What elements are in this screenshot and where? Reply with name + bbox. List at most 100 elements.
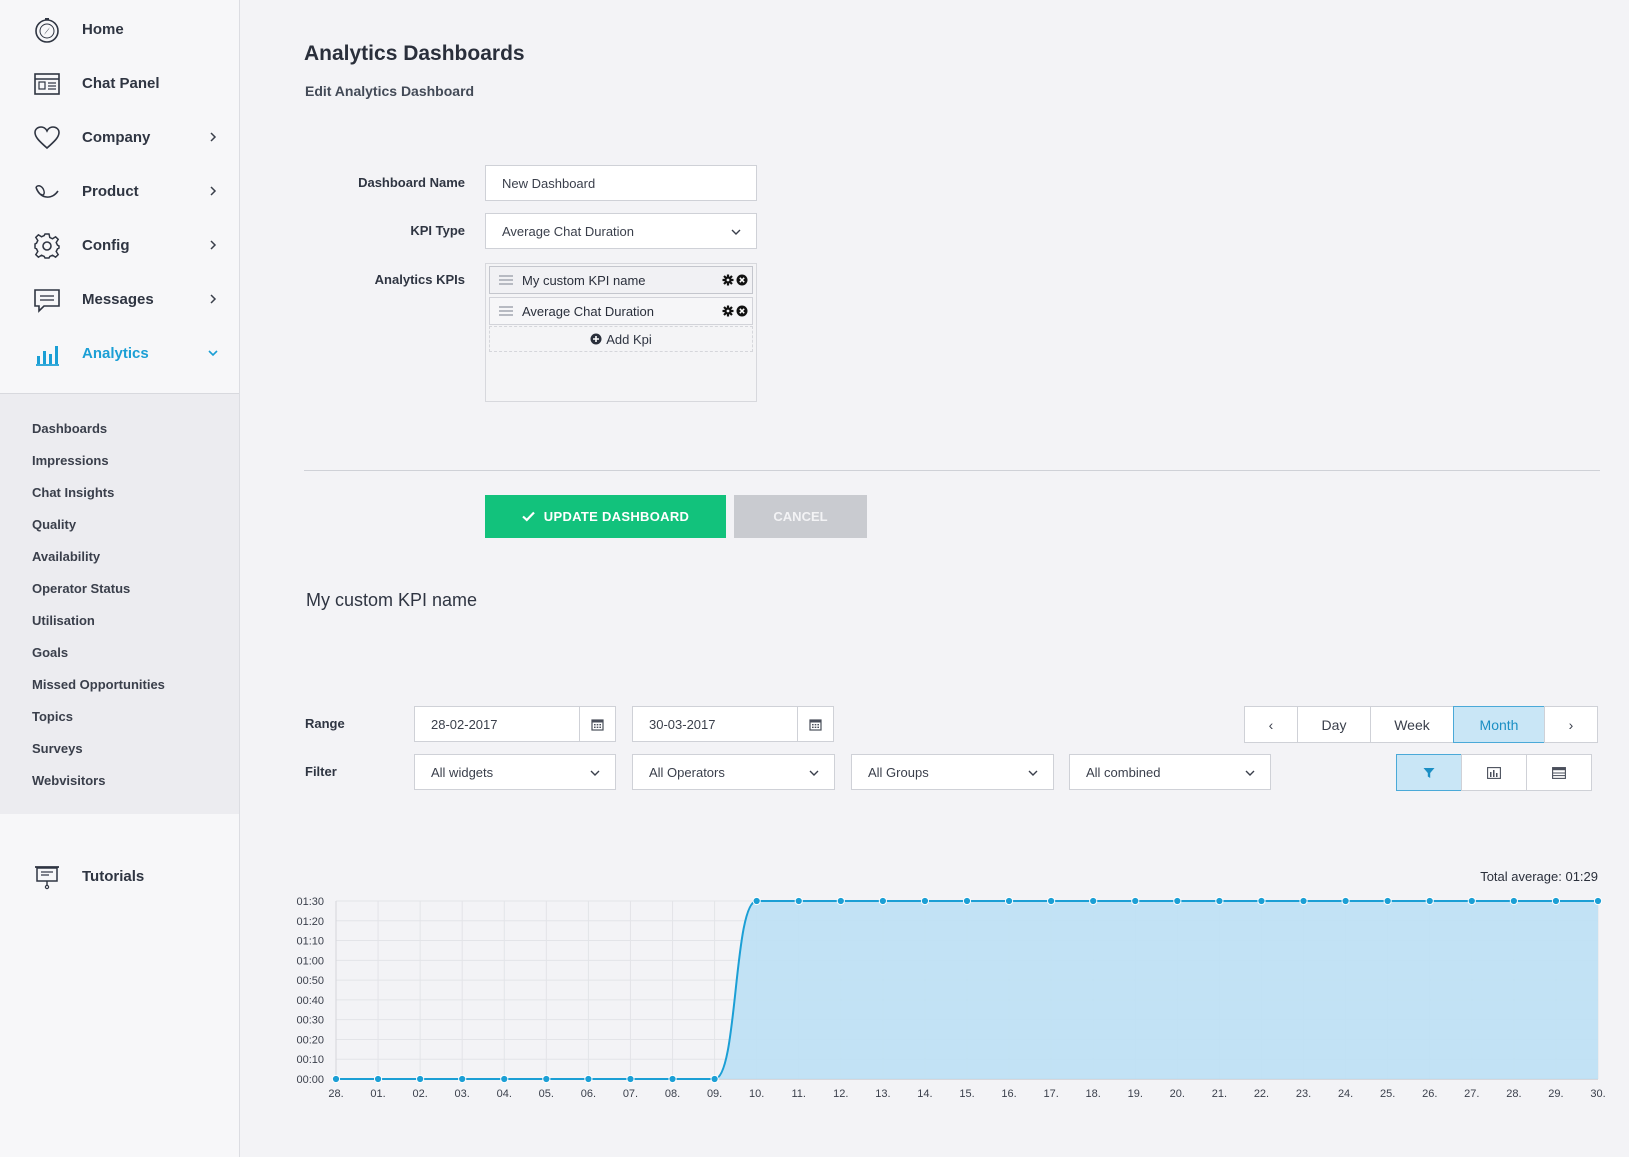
x-tick-label: 16. <box>1001 1088 1016 1100</box>
kpi-item[interactable]: My custom KPI name <box>489 266 753 294</box>
subnav-surveys[interactable]: Surveys <box>32 741 83 756</box>
groups-filter-select[interactable]: All Groups <box>851 754 1054 790</box>
calendar-icon[interactable] <box>579 707 615 741</box>
period-week-button[interactable]: Week <box>1370 706 1454 743</box>
x-tick-label: 14. <box>917 1088 932 1100</box>
view-table-button[interactable] <box>1526 754 1592 791</box>
kpi-list: My custom KPI name Average Chat Duration… <box>485 263 757 402</box>
subnav-goals[interactable]: Goals <box>32 645 68 660</box>
x-tick-label: 28. <box>328 1088 343 1100</box>
subnav-topics[interactable]: Topics <box>32 709 73 724</box>
y-tick-label: 01:20 <box>296 916 324 928</box>
gear-icon[interactable] <box>722 274 734 286</box>
x-tick-label: 11. <box>791 1088 805 1100</box>
area-fill <box>336 901 1598 1079</box>
kpi-type-value: Average Chat Duration <box>502 223 635 239</box>
update-dashboard-button[interactable]: UPDATE DASHBOARD <box>485 495 726 538</box>
y-tick-label: 00:20 <box>296 1034 324 1046</box>
period-day-button[interactable]: Day <box>1297 706 1371 743</box>
drag-handle-icon[interactable] <box>499 275 513 285</box>
main-content: Analytics Dashboards Edit Analytics Dash… <box>240 0 1629 1157</box>
data-point <box>1341 896 1350 906</box>
y-tick-label: 01:10 <box>296 936 324 948</box>
x-tick-label: 26. <box>1422 1088 1437 1100</box>
nav-chat-panel[interactable]: Chat Panel <box>0 56 239 110</box>
combined-filter-value: All combined <box>1086 764 1161 780</box>
data-point <box>500 1074 509 1084</box>
x-tick-label: 03. <box>455 1088 470 1100</box>
calendar-icon[interactable] <box>797 707 833 741</box>
update-dashboard-label: UPDATE DASHBOARD <box>543 509 690 524</box>
nav-tutorials-label: Tutorials <box>82 867 145 885</box>
range-from-value: 28-02-2017 <box>431 716 498 732</box>
x-tick-label: 22. <box>1254 1088 1269 1100</box>
data-point <box>1047 896 1056 906</box>
remove-icon[interactable] <box>736 305 748 317</box>
subnav-utilisation[interactable]: Utilisation <box>32 613 95 628</box>
data-point <box>920 896 930 906</box>
data-point <box>416 1074 425 1084</box>
subnav-missed-opportunities[interactable]: Missed Opportunities <box>32 677 165 692</box>
chevron-right-icon <box>210 294 217 304</box>
subnav-quality[interactable]: Quality <box>32 517 76 532</box>
widgets-filter-select[interactable]: All widgets <box>414 754 616 790</box>
x-tick-label: 17. <box>1043 1088 1058 1100</box>
cancel-button[interactable]: CANCEL <box>734 495 867 538</box>
analytics-kpis-label: Analytics KPIs <box>374 272 465 287</box>
kpi-type-label: KPI Type <box>410 223 465 238</box>
bar-chart-icon <box>36 346 59 366</box>
chevron-down-icon <box>1245 770 1255 776</box>
plus-circle-icon <box>590 333 602 345</box>
data-point <box>331 1074 341 1084</box>
subnav-availability[interactable]: Availability <box>32 549 100 564</box>
data-point <box>1173 896 1182 906</box>
data-point <box>626 1074 635 1084</box>
combined-filter-select[interactable]: All combined <box>1069 754 1271 790</box>
x-tick-label: 18. <box>1086 1088 1101 1100</box>
range-to-input[interactable]: 30-03-2017 <box>632 706 834 742</box>
nav-tutorials[interactable]: Tutorials <box>0 849 239 903</box>
nav-company[interactable]: Company <box>0 110 239 164</box>
subnav-webvisitors[interactable]: Webvisitors <box>32 773 105 788</box>
chevron-right-icon <box>210 240 217 250</box>
compass-icon <box>35 18 59 43</box>
view-filter-button[interactable] <box>1396 754 1462 791</box>
nav-product-label: Product <box>82 182 139 200</box>
kpi-item[interactable]: Average Chat Duration <box>489 297 753 325</box>
nav-messages[interactable]: Messages <box>0 272 239 326</box>
y-tick-label: 00:30 <box>296 1015 324 1027</box>
next-period-button[interactable]: › <box>1544 706 1598 743</box>
x-tick-label: 09. <box>707 1088 722 1100</box>
page-title: Analytics Dashboards <box>304 42 525 65</box>
remove-icon[interactable] <box>736 274 748 286</box>
subnav-operator-status[interactable]: Operator Status <box>32 581 130 596</box>
data-point <box>1299 896 1308 906</box>
data-point <box>458 1074 467 1084</box>
add-kpi-label: Add Kpi <box>606 331 652 347</box>
nav-product[interactable]: Product <box>0 164 239 218</box>
nav-home-label: Home <box>82 20 124 38</box>
x-tick-label: 12. <box>833 1088 848 1100</box>
nav-analytics[interactable]: Analytics <box>0 326 239 380</box>
period-month-button[interactable]: Month <box>1453 706 1545 743</box>
subnav-chat-insights[interactable]: Chat Insights <box>32 485 114 500</box>
data-point <box>710 1074 719 1084</box>
product-icon <box>35 185 59 198</box>
gear-icon[interactable] <box>722 305 734 317</box>
range-from-input[interactable]: 28-02-2017 <box>414 706 616 742</box>
dashboard-name-input[interactable]: New Dashboard <box>485 165 757 201</box>
nav-home[interactable]: Home <box>0 2 239 56</box>
bar-chart-icon <box>1487 766 1501 779</box>
operators-filter-select[interactable]: All Operators <box>632 754 835 790</box>
nav-config[interactable]: Config <box>0 218 239 272</box>
drag-handle-icon[interactable] <box>499 306 513 316</box>
subnav-impressions[interactable]: Impressions <box>32 453 109 468</box>
data-point <box>1089 896 1098 906</box>
nav-messages-label: Messages <box>82 290 154 308</box>
subnav-dashboards[interactable]: Dashboards <box>32 421 107 436</box>
add-kpi-button[interactable]: Add Kpi <box>489 326 753 352</box>
prev-period-button[interactable]: ‹ <box>1244 706 1298 743</box>
view-chart-button[interactable] <box>1461 754 1527 791</box>
kpi-type-select[interactable]: Average Chat Duration <box>485 213 757 249</box>
chevron-down-icon <box>809 770 819 776</box>
